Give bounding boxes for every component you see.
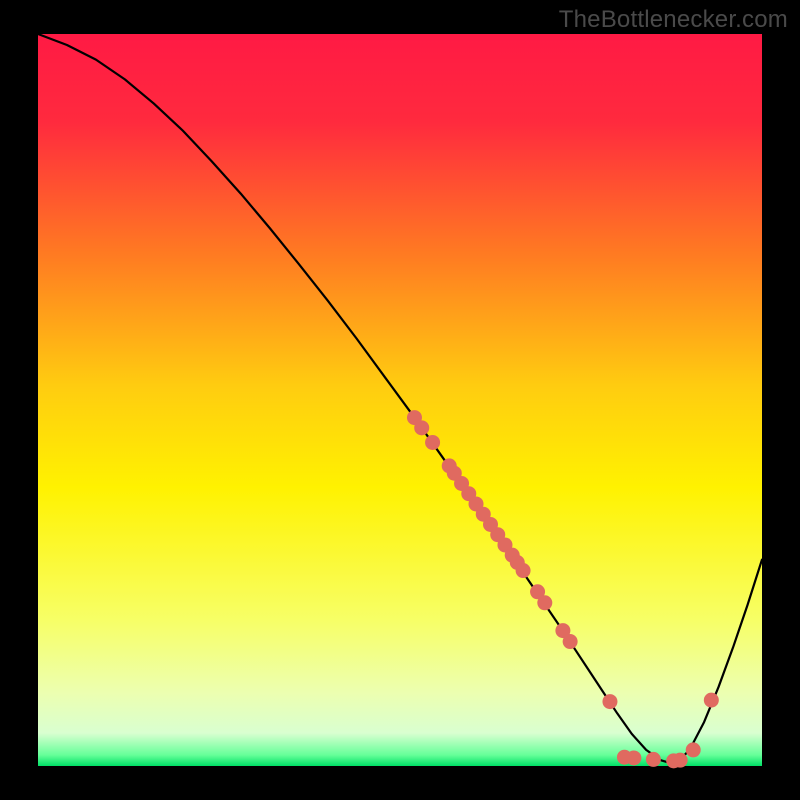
scatter-point (626, 750, 641, 765)
scatter-point (686, 742, 701, 757)
chart-svg (0, 0, 800, 800)
scatter-point (704, 693, 719, 708)
scatter-point (602, 694, 617, 709)
scatter-point (673, 753, 688, 768)
watermark-text: TheBottlenecker.com (559, 6, 788, 34)
scatter-point (425, 435, 440, 450)
scatter-point (646, 752, 661, 767)
scatter-point (563, 634, 578, 649)
bottleneck-chart: TheBottlenecker.com (0, 0, 800, 800)
scatter-point (537, 595, 552, 610)
scatter-point (516, 563, 531, 578)
scatter-point (414, 420, 429, 435)
plot-background (38, 34, 762, 766)
